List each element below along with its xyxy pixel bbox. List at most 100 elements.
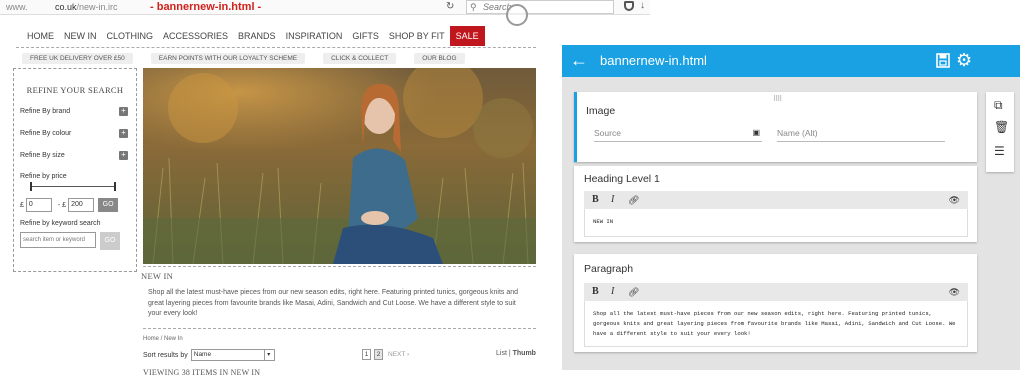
heading-block-title: Heading Level 1 — [584, 173, 660, 185]
italic-button[interactable]: I — [611, 284, 614, 300]
refine-colour-label: Refine By colour — [20, 130, 72, 137]
download-icon[interactable]: ↓ — [640, 0, 645, 11]
keyword-search: search item or keyword GO — [20, 232, 130, 250]
image-picker-icon[interactable]: ▣ — [752, 126, 760, 140]
main-nav: HOME NEW IN CLOTHING ACCESSORIES BRANDS … — [22, 26, 485, 46]
page-2[interactable]: 2 — [374, 349, 383, 360]
view-thumb-link[interactable]: Thumb — [513, 350, 536, 357]
image-alt-field[interactable]: Name (Alt) — [777, 126, 945, 142]
sort-control: Sort results by Name ▾ — [143, 349, 275, 361]
pocket-icon[interactable] — [624, 1, 634, 11]
price-slider-track — [30, 186, 116, 187]
content-divider — [143, 328, 536, 329]
expand-size-icon[interactable]: + — [119, 151, 128, 160]
price-to-label: - £ — [57, 201, 67, 209]
page: www. co.uk/new-in.irc - bannernew-in.htm… — [0, 0, 1024, 382]
price-slider-max-handle[interactable] — [114, 182, 116, 191]
promo-click-collect[interactable]: CLICK & COLLECT — [323, 53, 397, 64]
chevron-down-icon: ▾ — [263, 350, 273, 360]
paragraph-editor[interactable]: Shop all the latest must-have pieces fro… — [584, 301, 968, 347]
price-range: £ 0 - £ 200 GO — [20, 198, 130, 212]
keyword-label: Refine by keyword search — [20, 220, 101, 227]
nav-home[interactable]: HOME — [22, 26, 59, 46]
bold-button[interactable]: B — [592, 284, 599, 300]
refine-colour[interactable]: Refine By colour + — [20, 129, 130, 151]
duplicate-icon[interactable]: ⧉ — [994, 98, 1003, 113]
browser-toolbar: www. co.uk/new-in.irc - bannernew-in.htm… — [0, 0, 650, 15]
paragraph-block[interactable]: Paragraph B I 🔗︎ 👁︎ Shop all the latest … — [574, 254, 977, 352]
promo-loyalty[interactable]: EARN POINTS WITH OUR LOYALTY SCHEME — [150, 53, 306, 64]
link-icon[interactable]: 🔗︎ — [628, 284, 639, 300]
paragraph-block-title: Paragraph — [584, 263, 634, 275]
promo-bar: FREE UK DELIVERY OVER £50 EARN POINTS WI… — [22, 53, 465, 64]
expand-colour-icon[interactable]: + — [119, 129, 128, 138]
promo-blog[interactable]: OUR BLOG — [414, 53, 465, 64]
url-bar[interactable]: www. co.uk/new-in.irc — [6, 2, 118, 12]
refine-title: REFINE YOUR SEARCH — [26, 85, 124, 95]
sort-select[interactable]: Name ▾ — [190, 349, 275, 361]
nav-brands[interactable]: BRANDS — [233, 26, 281, 46]
reorder-icon[interactable]: ☰ — [994, 144, 1005, 158]
settings-gear-icon[interactable]: ⚙ — [956, 49, 972, 71]
back-arrow-icon[interactable]: ← — [570, 50, 588, 70]
image-source-placeholder: Source — [594, 128, 621, 138]
link-icon[interactable]: 🔗︎ — [628, 192, 639, 208]
hero-image — [143, 68, 536, 264]
refine-price-label: Refine by price — [20, 173, 67, 180]
heading-editor[interactable]: NEW IN — [584, 209, 968, 237]
category-heading: NEW IN — [141, 271, 174, 281]
refine-panel: REFINE YOUR SEARCH Refine By brand + Ref… — [13, 68, 137, 272]
refine-size-label: Refine By size — [20, 152, 65, 159]
bold-button[interactable]: B — [592, 192, 599, 208]
item-count: VIEWING 38 ITEMS IN NEW IN — [143, 368, 261, 377]
sort-value: Name — [193, 351, 212, 358]
next-page-link[interactable]: NEXT › — [388, 349, 409, 360]
keyword-input[interactable]: search item or keyword — [20, 232, 96, 248]
image-alt-placeholder: Name (Alt) — [777, 128, 818, 138]
image-source-field[interactable]: Source ▣ — [594, 126, 762, 142]
reload-icon[interactable]: ↻ — [446, 1, 454, 12]
preview-eye-icon[interactable]: 👁︎ — [949, 192, 960, 208]
keyword-go-button[interactable]: GO — [100, 232, 120, 250]
refine-brand[interactable]: Refine By brand + — [20, 107, 130, 129]
price-slider[interactable] — [20, 182, 130, 192]
block-actions: ⧉ 🗑︎ ☰ — [986, 92, 1014, 172]
expand-brand-icon[interactable]: + — [119, 107, 128, 116]
heading-block[interactable]: Heading Level 1 B I 🔗︎ 👁︎ NEW IN — [574, 166, 977, 242]
price-max-input[interactable]: 200 — [68, 198, 95, 212]
preview-eye-icon[interactable]: 👁︎ — [949, 284, 960, 300]
magnifier-icon — [506, 4, 528, 26]
website-screenshot: www. co.uk/new-in.irc - bannernew-in.htm… — [0, 0, 650, 382]
image-block[interactable]: ⠿⠿ Image Source ▣ Name (Alt) — [574, 92, 977, 162]
document-title: bannernew-in.html — [600, 53, 707, 68]
nav-gifts[interactable]: GIFTS — [347, 26, 384, 46]
page-1[interactable]: 1 — [362, 349, 371, 360]
image-block-title: Image — [586, 105, 616, 117]
nav-inspiration[interactable]: INSPIRATION — [281, 26, 348, 46]
price-go-button[interactable]: GO — [98, 198, 119, 212]
refine-brand-label: Refine By brand — [20, 108, 71, 115]
trash-icon[interactable]: 🗑︎ — [994, 120, 1009, 134]
breadcrumb[interactable]: Home / New In — [143, 336, 183, 342]
browser-search-input[interactable]: ⚲ Search — [466, 0, 614, 14]
filename-annotation: - bannernew-in.html - — [150, 1, 262, 13]
nav-clothing[interactable]: CLOTHING — [102, 26, 159, 46]
nav-new-in[interactable]: NEW IN — [59, 26, 102, 46]
nav-accessories[interactable]: ACCESSORIES — [158, 26, 233, 46]
save-icon[interactable] — [936, 53, 950, 68]
price-min-input[interactable]: 0 — [25, 198, 52, 212]
pagination: 1 2 NEXT › — [362, 349, 409, 360]
app-bar: ← bannernew-in.html ⚙ — [562, 45, 1020, 77]
price-slider-min-handle[interactable] — [30, 182, 32, 191]
drag-handle-icon[interactable]: ⠿⠿ — [773, 95, 782, 103]
sort-label: Sort results by — [143, 351, 188, 359]
nav-shop-by-fit[interactable]: SHOP BY FIT — [384, 26, 450, 46]
italic-button[interactable]: I — [611, 192, 614, 208]
promo-delivery[interactable]: FREE UK DELIVERY OVER £50 — [22, 53, 133, 64]
hero-divider — [143, 266, 536, 267]
nav-divider — [16, 47, 536, 48]
view-mode: List | Thumb — [496, 350, 536, 357]
refine-size[interactable]: Refine By size + — [20, 151, 130, 173]
nav-sale[interactable]: SALE — [449, 26, 485, 46]
view-list-link[interactable]: List — [496, 350, 507, 357]
